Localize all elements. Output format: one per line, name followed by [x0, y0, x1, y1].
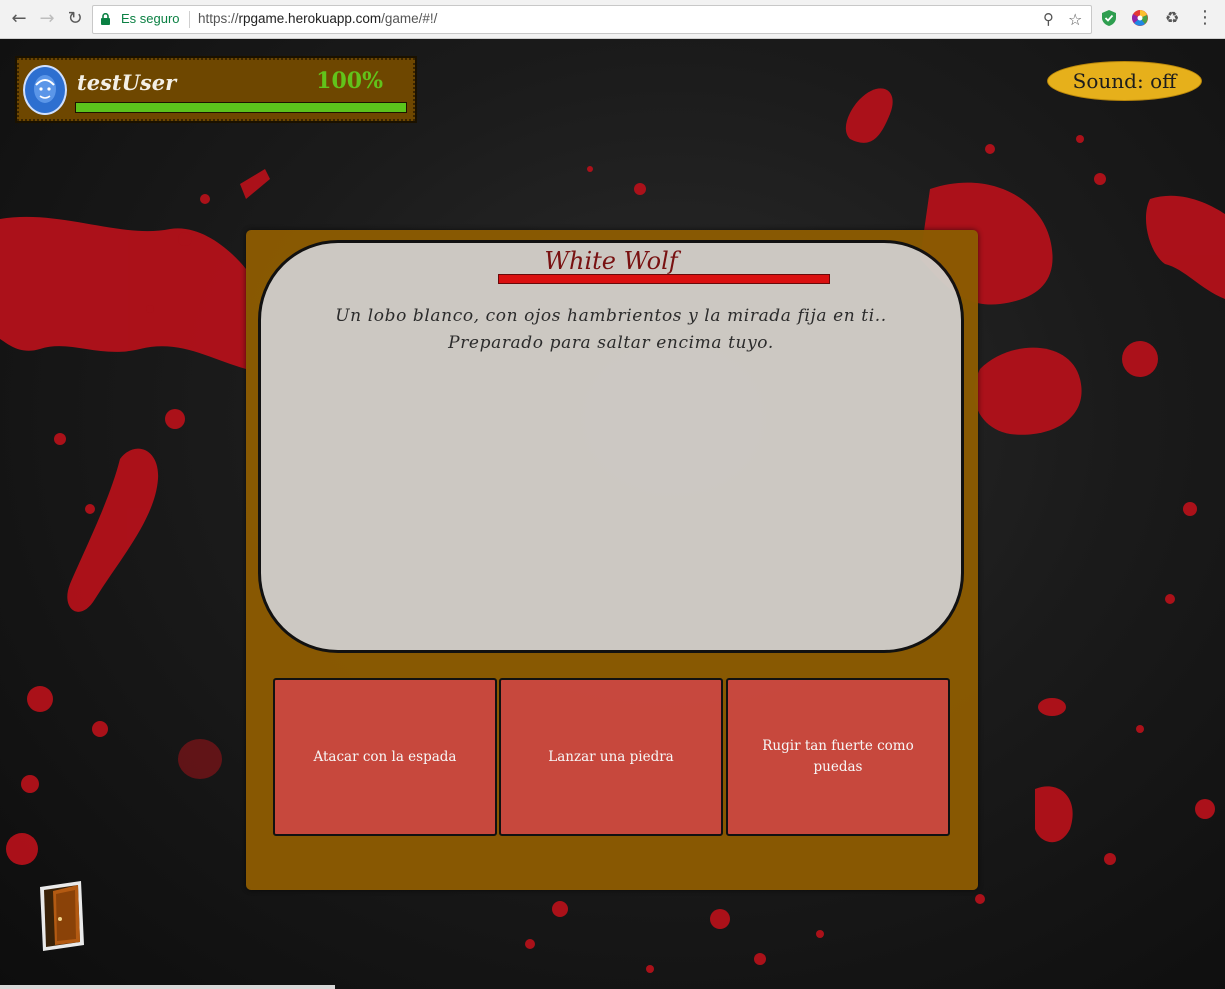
action-throw-stone-button[interactable]: Lanzar una piedra [499, 678, 723, 836]
exit-door-icon[interactable] [37, 879, 87, 953]
game-stage: testUser 100% Sound: off White Wolf Un l… [0, 39, 1225, 989]
player-health-fill [76, 103, 406, 112]
color-wheel-extension-icon[interactable] [1131, 9, 1149, 27]
address-bar[interactable]: Es seguro https://rpgame.herokuapp.com/g… [92, 5, 1092, 34]
address-separator [189, 11, 190, 28]
player-name: testUser [77, 70, 177, 95]
menu-dots-icon[interactable]: ⋮ [1196, 9, 1214, 27]
status-bar-strip [0, 985, 335, 989]
enemy-name: White Wolf [544, 247, 678, 275]
lock-icon [101, 13, 110, 25]
star-icon[interactable]: ☆ [1068, 10, 1082, 29]
player-health-percent: 100% [316, 68, 383, 94]
avatar-face-icon [34, 75, 56, 103]
key-icon[interactable]: ⚲ [1043, 10, 1054, 28]
url-text[interactable]: https://rpgame.herokuapp.com/game/#!/ [198, 11, 437, 26]
encounter-panel: White Wolf Un lobo blanco, con ojos hamb… [246, 230, 978, 890]
reload-icon[interactable]: ↻ [64, 8, 86, 30]
arrow-left-icon[interactable]: ← [8, 8, 30, 30]
enemy-screen: White Wolf Un lobo blanco, con ojos hamb… [258, 240, 964, 653]
player-hud: testUser 100% [17, 58, 415, 121]
action-attack-sword-button[interactable]: Atacar con la espada [273, 678, 497, 836]
enemy-description: Un lobo blanco, con ojos hambrientos y l… [335, 306, 887, 353]
player-avatar [23, 65, 67, 115]
url-host: rpgame.herokuapp.com [238, 11, 382, 26]
url-path: /game/#!/ [381, 11, 438, 26]
shield-extension-icon[interactable] [1100, 9, 1118, 27]
recycle-extension-icon[interactable]: ♻ [1163, 9, 1181, 27]
browser-toolbar: ← → ↻ Es seguro https://rpgame.herokuapp… [0, 0, 1225, 39]
player-health-bar [75, 102, 407, 113]
action-buttons: Atacar con la espada Lanzar una piedra R… [273, 678, 951, 836]
arrow-right-icon[interactable]: → [36, 8, 58, 30]
secure-label: Es seguro [121, 11, 180, 26]
sound-toggle-button[interactable]: Sound: off [1047, 61, 1202, 101]
action-roar-button[interactable]: Rugir tan fuerte como puedas [726, 678, 950, 836]
url-scheme: https:// [198, 11, 239, 26]
enemy-health-bar [498, 274, 830, 284]
